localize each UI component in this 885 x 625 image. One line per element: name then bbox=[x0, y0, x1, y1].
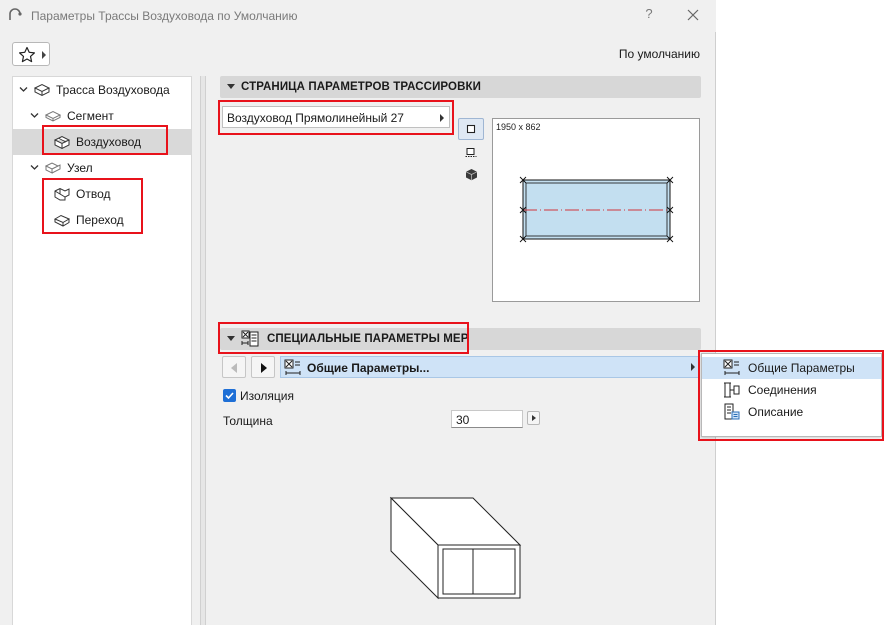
routing-section-header[interactable]: СТРАНИЦА ПАРАМЕТРОВ ТРАССИРОВКИ bbox=[220, 76, 701, 98]
star-icon bbox=[19, 46, 35, 63]
segment-icon bbox=[44, 110, 62, 122]
thickness-options-button[interactable] bbox=[527, 411, 540, 425]
tree-item-transition[interactable]: Переход bbox=[13, 207, 191, 233]
3d-view-icon bbox=[465, 169, 478, 181]
mep-section-header[interactable]: СПЕЦИАЛЬНЫЕ ПАРАМЕТРЫ MEP bbox=[220, 328, 701, 350]
elbow-icon bbox=[54, 187, 70, 201]
mep-params-icon bbox=[241, 330, 259, 347]
tree-item-label: Воздуховод bbox=[76, 135, 141, 149]
default-settings-label: По умолчанию bbox=[618, 47, 700, 61]
tree-item-segment[interactable]: Сегмент bbox=[13, 103, 191, 129]
insulation-checkbox[interactable] bbox=[223, 389, 236, 402]
collapse-triangle-icon bbox=[227, 336, 235, 341]
plan-view-button[interactable] bbox=[458, 118, 484, 140]
menu-item-general-params[interactable]: Общие Параметры bbox=[702, 357, 881, 379]
arrow-right-icon bbox=[261, 363, 267, 373]
menu-item-connections[interactable]: Соединения bbox=[702, 379, 881, 401]
tree-item-label: Сегмент bbox=[67, 109, 114, 123]
panel-splitter[interactable] bbox=[200, 76, 206, 625]
panel-menu-popup: Общие Параметры Соединения Описание bbox=[701, 353, 882, 437]
insulation-label: Изоляция bbox=[240, 389, 294, 403]
chevron-right-icon bbox=[42, 51, 46, 59]
next-panel-button[interactable] bbox=[251, 356, 275, 378]
tree-item-label: Трасса Воздуховода bbox=[56, 83, 170, 97]
thickness-value: 30 bbox=[456, 413, 470, 427]
window-title: Параметры Трассы Воздуховода по Умолчани… bbox=[31, 9, 298, 23]
chevron-right-icon bbox=[532, 415, 536, 421]
chevron-right-icon bbox=[440, 114, 444, 122]
menu-item-label: Описание bbox=[748, 405, 804, 419]
duct-icon bbox=[53, 135, 71, 150]
element-type-value: Воздуховод Прямолинейный 27 bbox=[227, 111, 404, 125]
tree-item-label: Узел bbox=[67, 161, 93, 175]
checkmark-icon bbox=[225, 392, 234, 400]
arrow-left-icon bbox=[231, 363, 237, 373]
element-type-dropdown[interactable]: Воздуховод Прямолинейный 27 bbox=[222, 106, 450, 128]
help-button[interactable]: ? bbox=[640, 6, 658, 24]
menu-item-description[interactable]: Описание bbox=[702, 401, 881, 423]
chevron-right-icon bbox=[691, 363, 695, 371]
tree-item-elbow[interactable]: Отвод bbox=[13, 181, 191, 207]
close-icon[interactable] bbox=[684, 6, 702, 24]
thickness-input[interactable]: 30 bbox=[451, 410, 523, 428]
description-icon bbox=[724, 403, 740, 420]
title-bar: Параметры Трассы Воздуховода по Умолчани… bbox=[0, 0, 716, 32]
menu-item-label: Соединения bbox=[748, 383, 817, 397]
tree-item-node[interactable]: Узел bbox=[13, 155, 191, 181]
section-title: СПЕЦИАЛЬНЫЕ ПАРАМЕТРЫ MEP bbox=[267, 333, 469, 345]
3d-view-button[interactable] bbox=[458, 164, 484, 186]
tree-item-duct[interactable]: Воздуховод bbox=[13, 129, 191, 155]
menu-item-label: Общие Параметры bbox=[748, 361, 855, 375]
duct-3d-illustration bbox=[389, 496, 522, 600]
panel-selector[interactable]: Общие Параметры... bbox=[280, 356, 700, 378]
settings-tree: Трасса Воздуховода Сегмент Воздуховод Уз… bbox=[12, 76, 192, 625]
connections-icon bbox=[724, 382, 740, 398]
tree-item-label: Переход bbox=[76, 213, 124, 227]
cross-section-preview: 1950 x 862 bbox=[492, 118, 700, 302]
general-params-icon bbox=[284, 359, 301, 375]
transition-icon bbox=[53, 214, 71, 227]
collapse-triangle-icon bbox=[227, 84, 235, 89]
general-params-icon bbox=[723, 359, 740, 375]
app-icon bbox=[9, 8, 22, 20]
section-view-button[interactable] bbox=[458, 143, 484, 165]
plan-view-icon bbox=[466, 124, 476, 134]
chevron-down-icon[interactable] bbox=[30, 163, 39, 172]
previous-panel-button[interactable] bbox=[222, 356, 246, 378]
panel-navigation-bar: Общие Параметры... bbox=[222, 356, 700, 378]
section-view-icon bbox=[465, 148, 477, 157]
duct-section-drawing bbox=[519, 176, 674, 243]
chevron-down-icon[interactable] bbox=[30, 111, 39, 120]
thickness-label: Толщина bbox=[223, 414, 273, 428]
tree-item-duct-route[interactable]: Трасса Воздуховода bbox=[13, 77, 191, 103]
favorites-button[interactable] bbox=[12, 42, 50, 66]
panel-selector-label: Общие Параметры... bbox=[307, 361, 430, 375]
tree-item-label: Отвод bbox=[76, 187, 111, 201]
node-icon bbox=[44, 162, 61, 174]
section-title: СТРАНИЦА ПАРАМЕТРОВ ТРАССИРОВКИ bbox=[241, 81, 481, 93]
dialog-window: Параметры Трассы Воздуховода по Умолчани… bbox=[0, 0, 716, 625]
route-icon bbox=[33, 83, 51, 97]
chevron-down-icon[interactable] bbox=[19, 85, 28, 94]
